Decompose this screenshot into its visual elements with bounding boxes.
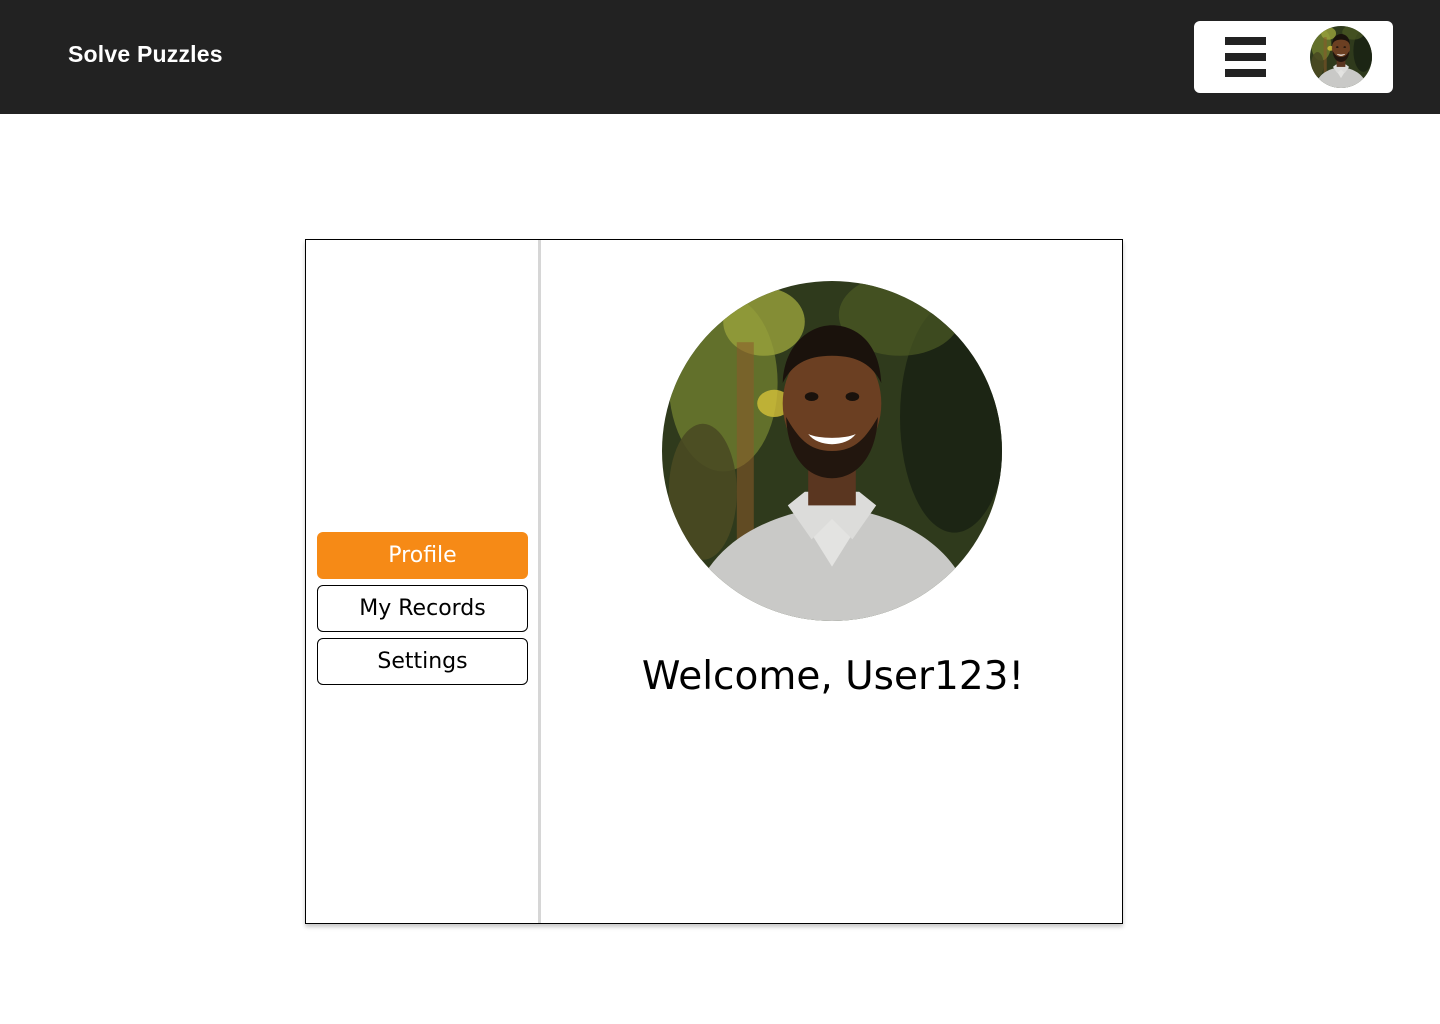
- hamburger-line: [1225, 37, 1266, 45]
- hamburger-line: [1225, 69, 1266, 77]
- hamburger-menu-icon[interactable]: [1225, 37, 1266, 77]
- sidebar-item-label: Settings: [377, 649, 468, 674]
- welcome-heading: Welcome, User123!: [641, 654, 1025, 699]
- top-navigation-bar: Solve Puzzles: [0, 0, 1440, 114]
- profile-avatar: [662, 281, 1002, 621]
- brand-title[interactable]: Solve Puzzles: [68, 41, 223, 68]
- sidebar-item-label: Profile: [388, 543, 457, 568]
- sidebar-item-settings[interactable]: Settings: [317, 638, 528, 685]
- hamburger-line: [1225, 53, 1266, 61]
- profile-panel: Profile My Records Settings Welcome, Use…: [305, 239, 1123, 924]
- user-menu-box: [1194, 21, 1393, 93]
- sidebar-item-profile[interactable]: Profile: [317, 532, 528, 579]
- avatar-photo: [1310, 26, 1372, 88]
- avatar-photo: [662, 281, 1002, 621]
- sidebar-item-label: My Records: [359, 596, 486, 621]
- sidebar-item-my-records[interactable]: My Records: [317, 585, 528, 632]
- profile-sidebar: Profile My Records Settings: [306, 240, 541, 923]
- header-avatar[interactable]: [1310, 26, 1372, 88]
- profile-content: Welcome, User123!: [544, 240, 1122, 923]
